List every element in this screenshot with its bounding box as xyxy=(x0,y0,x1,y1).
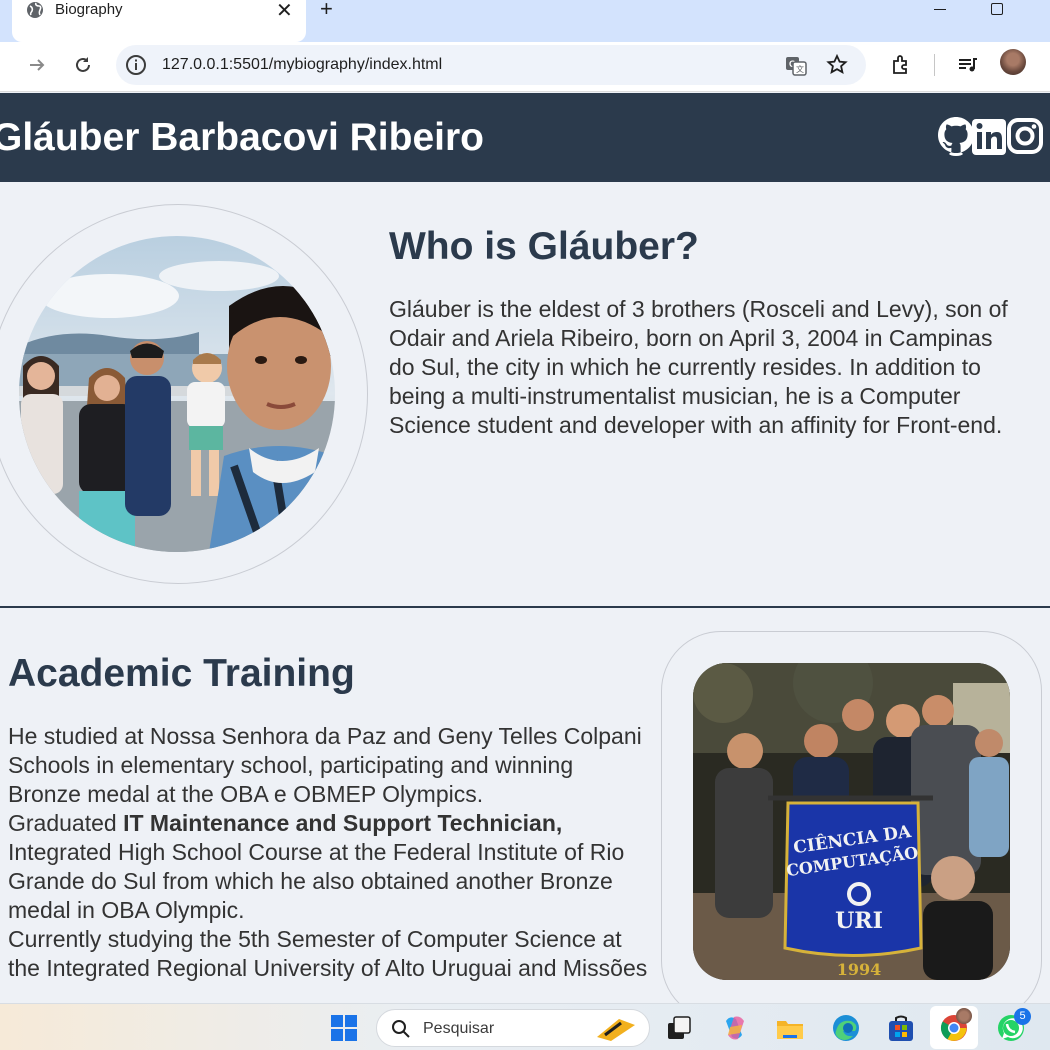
family-photo xyxy=(19,236,335,552)
academic-paragraph: He studied at Nossa Senhora da Paz and G… xyxy=(8,722,648,1003)
store-icon[interactable] xyxy=(886,1013,916,1043)
academic-text-2-bold: IT Maintenance and Support Technician, xyxy=(123,810,563,836)
academic-text-2-prefix: Graduated xyxy=(8,810,124,836)
close-tab-icon[interactable]: ✕ xyxy=(276,0,293,23)
reload-icon[interactable] xyxy=(70,52,96,78)
toolbar-separator xyxy=(934,54,935,76)
search-highlight-icon xyxy=(597,1019,635,1041)
profile-badge xyxy=(956,1008,972,1024)
chrome-taskbar-button[interactable] xyxy=(930,1006,978,1049)
site-header: Gláuber Barbacovi Ribeiro xyxy=(0,93,1050,182)
minimize-icon[interactable] xyxy=(934,9,946,10)
tab-title: Biography xyxy=(55,1,123,18)
translate-icon[interactable]: G 文 xyxy=(784,54,808,78)
academic-text-2-rest: Integrated High School Course at the Fed… xyxy=(8,839,625,923)
banner-year: 1994 xyxy=(837,960,882,979)
copilot-icon[interactable] xyxy=(720,1013,750,1043)
banner-logo: URI xyxy=(835,908,883,934)
maximize-icon[interactable] xyxy=(991,3,1003,15)
linkedin-icon[interactable] xyxy=(971,115,1011,159)
svg-text:文: 文 xyxy=(796,64,804,74)
address-bar[interactable]: 127.0.0.1:5501/mybiography/index.html G … xyxy=(116,45,866,85)
academic-text-1: He studied at Nossa Senhora da Paz and G… xyxy=(8,723,642,807)
extensions-icon[interactable] xyxy=(888,52,914,78)
about-heading: Who is Gláuber? xyxy=(389,225,699,268)
about-section: Who is Gláuber? Gláuber is the eldest of… xyxy=(0,182,1050,607)
search-placeholder: Pesquisar xyxy=(423,1020,495,1037)
file-explorer-icon[interactable] xyxy=(775,1013,805,1043)
github-icon[interactable] xyxy=(936,115,976,159)
forward-icon[interactable] xyxy=(24,52,50,78)
media-control-icon[interactable] xyxy=(954,52,980,78)
browser-toolbar: 127.0.0.1:5501/mybiography/index.html G … xyxy=(0,42,1050,92)
search-icon xyxy=(392,1020,410,1038)
section-divider xyxy=(0,606,1050,608)
instagram-icon[interactable] xyxy=(1006,115,1046,159)
url-text: 127.0.0.1:5501/mybiography/index.html xyxy=(162,56,443,73)
academic-heading: Academic Training xyxy=(8,652,355,695)
task-view-icon[interactable] xyxy=(664,1013,694,1043)
profile-avatar[interactable] xyxy=(1000,49,1026,75)
academic-text-3: Currently studying the 5th Semester of C… xyxy=(8,926,648,981)
tab-strip: Biography ✕ + xyxy=(0,0,1050,42)
windows-start-icon[interactable] xyxy=(329,1013,359,1043)
graduation-group-photo: CIÊNCIA DA COMPUTAÇÃO URI 1994 xyxy=(693,663,1010,980)
globe-icon xyxy=(27,2,43,18)
site-title: Gláuber Barbacovi Ribeiro xyxy=(0,116,484,159)
bookmark-star-icon[interactable] xyxy=(825,53,849,77)
new-tab-icon[interactable]: + xyxy=(320,0,333,22)
about-paragraph: Gláuber is the eldest of 3 brothers (Ros… xyxy=(389,296,1008,438)
browser-tab[interactable]: Biography ✕ xyxy=(12,0,306,42)
windows-taskbar: Pesquisar 5 xyxy=(0,1003,1050,1050)
edge-icon[interactable] xyxy=(831,1013,861,1043)
notification-badge: 5 xyxy=(1014,1008,1031,1025)
taskbar-search[interactable]: Pesquisar xyxy=(376,1009,650,1047)
site-info-icon[interactable] xyxy=(124,53,148,77)
